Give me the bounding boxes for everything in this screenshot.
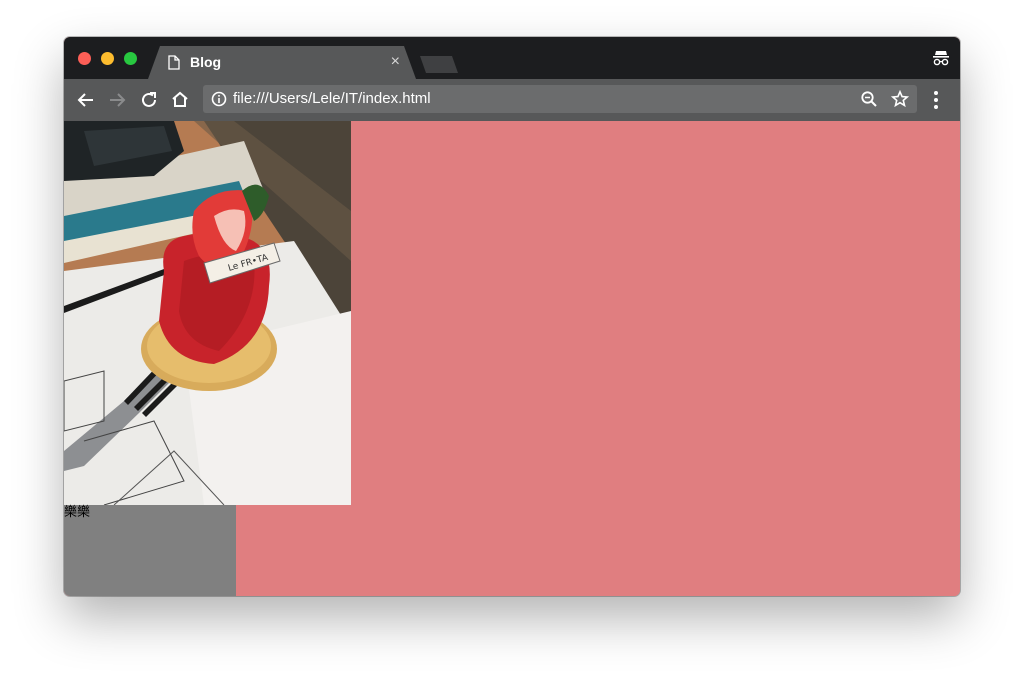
close-window-button[interactable]	[78, 52, 91, 65]
kebab-menu-icon[interactable]	[932, 88, 940, 117]
browser-window: Blog × file:///Users/Lele/IT/index.html …	[64, 37, 960, 596]
arrow-right-icon[interactable]	[105, 88, 129, 112]
maximize-window-button[interactable]	[124, 52, 137, 65]
zoom-icon[interactable]	[860, 90, 878, 113]
browser-toolbar: file:///Users/Lele/IT/index.html	[64, 79, 960, 121]
reload-icon[interactable]	[137, 88, 161, 112]
cake-photo: Le FR•TA	[64, 121, 351, 505]
home-icon[interactable]	[168, 88, 192, 112]
file-icon	[168, 55, 180, 75]
close-tab-icon[interactable]: ×	[391, 52, 400, 72]
tab-strip: Blog ×	[64, 37, 960, 79]
page-viewport: Le FR•TA 樂樂	[64, 121, 960, 596]
incognito-icon	[932, 49, 950, 72]
arrow-left-icon[interactable]	[74, 88, 98, 112]
tab-blog[interactable]: Blog ×	[148, 46, 416, 79]
minimize-window-button[interactable]	[101, 52, 114, 65]
url-text[interactable]: file:///Users/Lele/IT/index.html	[233, 90, 431, 107]
tab-title: Blog	[190, 54, 222, 70]
star-icon[interactable]	[890, 89, 910, 113]
image-caption: 樂樂	[64, 505, 91, 520]
new-tab-button[interactable]	[420, 56, 458, 73]
info-icon[interactable]	[211, 91, 227, 112]
address-bar[interactable]: file:///Users/Lele/IT/index.html	[203, 85, 917, 113]
